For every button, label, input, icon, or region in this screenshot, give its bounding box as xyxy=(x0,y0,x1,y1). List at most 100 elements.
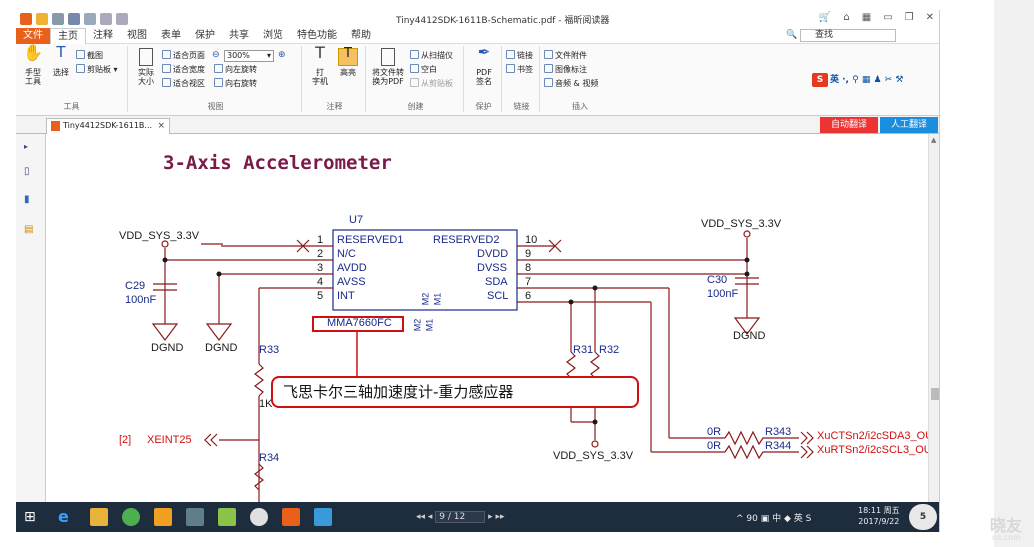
from-clipboard-button[interactable]: 从剪贴板 xyxy=(410,78,453,90)
screenshot-button[interactable]: 截图 xyxy=(76,50,103,62)
attachment-button[interactable]: 文件附件 xyxy=(544,50,587,62)
menu-browse[interactable]: 浏览 xyxy=(256,28,290,44)
foxit-taskbar-icon[interactable] xyxy=(282,508,300,526)
cart-icon[interactable]: 🛒 xyxy=(819,12,831,23)
menu-view[interactable]: 视图 xyxy=(120,28,154,44)
c30-label: C30 xyxy=(707,274,728,286)
system-tray[interactable]: ^ 90 ▣ 中 ◆ 英 S xyxy=(736,511,811,524)
close-icon[interactable]: ✕ xyxy=(926,12,934,23)
open-icon[interactable] xyxy=(36,13,48,25)
save-icon[interactable] xyxy=(52,13,64,25)
bookmark-button[interactable]: 书签 xyxy=(506,64,533,76)
home-icon[interactable]: ⌂ xyxy=(843,12,849,23)
blank-button[interactable]: 空白 xyxy=(410,64,437,76)
menu-comment[interactable]: 注释 xyxy=(86,28,120,44)
ribbon-group-create: 将文件转 换为PDF 从扫描仪 空白 从剪贴板 创建 xyxy=(368,46,464,112)
app-icon-1[interactable] xyxy=(186,508,204,526)
expand-panel-icon[interactable]: ▸ xyxy=(24,142,36,154)
restore-icon[interactable]: ❐ xyxy=(905,12,914,23)
minimize-icon[interactable]: ▭ xyxy=(883,12,892,23)
r344-label: R344 xyxy=(765,440,792,452)
app-icon-3[interactable] xyxy=(250,508,268,526)
undo-icon[interactable] xyxy=(100,13,112,25)
highlight-button[interactable]: T 高亮 xyxy=(336,47,360,77)
select-tool-button[interactable]: T 选择 xyxy=(50,45,72,78)
schematic-drawing xyxy=(151,229,814,502)
pin-2-name: N/C xyxy=(337,248,356,260)
page-number-input[interactable]: 9 / 12 xyxy=(435,511,486,523)
edge-icon[interactable]: e xyxy=(58,508,76,526)
menu-form[interactable]: 表单 xyxy=(154,28,188,44)
rotate-right-button[interactable]: 向右旋转 xyxy=(214,78,257,90)
zoom-out-icon[interactable]: ⊖ xyxy=(212,50,220,60)
fit-visible-button[interactable]: 适合视区 xyxy=(162,78,205,90)
link-button[interactable]: 链接 xyxy=(506,50,533,62)
layers-icon[interactable]: ▮ xyxy=(24,194,36,206)
image-annotation-button[interactable]: 图像标注 xyxy=(544,64,587,76)
document-viewport[interactable]: 3-Axis Accelerometer U7 VDD_SYS_3.3V VDD… xyxy=(47,134,928,502)
actual-size-button[interactable]: 实际 大小 xyxy=(134,48,158,86)
pin-5-num: 5 xyxy=(317,290,324,302)
browser-icon[interactable] xyxy=(122,508,140,526)
email-icon[interactable] xyxy=(84,13,96,25)
xeint-net-label: XEINT25 xyxy=(147,434,192,446)
search-input[interactable]: 查找 xyxy=(800,29,896,42)
r33-resistor xyxy=(254,363,264,397)
windows-taskbar: ⊞ e ◂◂ ◂ 9 / 12 ▸ ▸▸ ^ 90 ▣ 中 ◆ 英 S 18:1… xyxy=(16,502,939,532)
start-icon[interactable]: ⊞ xyxy=(24,508,42,526)
select-label: 选择 xyxy=(53,68,69,77)
pin-9-num: 9 xyxy=(525,248,532,260)
zoom-select[interactable]: 300% ▾ xyxy=(224,50,274,62)
left-nav-panel: ▸ ▯ ▮ ▤ xyxy=(16,134,46,502)
document-tab[interactable]: Tiny4412SDK-1611B... × xyxy=(46,118,170,134)
ribbon-group-link: 链接 书签 链接 xyxy=(504,46,540,112)
rotate-left-label: 向左旋转 xyxy=(225,65,257,74)
print-icon[interactable] xyxy=(68,13,80,25)
menu-home[interactable]: 主页 xyxy=(50,27,86,44)
scroll-up-icon[interactable]: ▲ xyxy=(931,136,936,144)
rotate-left-button[interactable]: 向左旋转 xyxy=(214,64,257,76)
menu-bar: 文件 主页 注释 视图 表单 保护 共享 浏览 特色功能 帮助 🔍 查找 xyxy=(16,27,939,44)
m2-label: M2 xyxy=(420,292,431,306)
explorer-icon[interactable] xyxy=(90,508,108,526)
typewriter-button[interactable]: T 打 字机 xyxy=(308,45,332,87)
fit-width-button[interactable]: 适合宽度 xyxy=(162,64,205,76)
rotate-left-icon xyxy=(214,64,223,73)
pages-icon[interactable]: ▯ xyxy=(24,166,36,178)
convert-to-pdf-button[interactable]: 将文件转 换为PDF xyxy=(370,48,406,86)
clock[interactable]: 18:11 周五 2017/9/22 xyxy=(858,505,900,527)
redo-icon[interactable] xyxy=(116,13,128,25)
pdf-sign-button[interactable]: ✒ PDF 签名 xyxy=(470,45,498,87)
notification-badge[interactable]: 5 xyxy=(909,504,937,530)
from-clipboard-label: 从剪贴板 xyxy=(421,79,453,88)
media-button[interactable]: 音频 & 视频 xyxy=(544,78,598,90)
zoom-in-icon[interactable]: ⊕ xyxy=(278,50,286,60)
sogou-toolbar[interactable]: S英 ·, ⚲ ▦ ♟ ✂ ⚒ xyxy=(812,72,903,87)
annotation-callout[interactable]: 飞思卡尔三轴加速度计-重力感应器 xyxy=(271,376,639,408)
clipboard-button[interactable]: 剪贴板 ▾ xyxy=(76,64,118,76)
document-tab-label: Tiny4412SDK-1611B... xyxy=(63,121,153,130)
menu-share[interactable]: 共享 xyxy=(222,28,256,44)
from-scanner-button[interactable]: 从扫描仪 xyxy=(410,50,453,62)
fit-page-button[interactable]: 适合页面 xyxy=(162,50,205,62)
grid-icon[interactable]: ▦ xyxy=(862,12,871,23)
desktop: Tiny4412SDK-1611B-Schematic.pdf - 福昕阅读器 … xyxy=(0,0,1034,547)
close-tab-icon[interactable]: × xyxy=(157,119,165,133)
pin-5-name: INT xyxy=(337,290,355,302)
vdd-left-label: VDD_SYS_3.3V xyxy=(119,230,200,242)
hand-tool-button[interactable]: ✋ 手型 工具 xyxy=(20,45,46,87)
menu-help[interactable]: 帮助 xyxy=(344,28,378,44)
vdd-bottom-terminal xyxy=(591,440,599,448)
comments-icon[interactable]: ▤ xyxy=(24,224,36,236)
app-icon-2[interactable] xyxy=(218,508,236,526)
auto-translate-button[interactable]: 自动翻译 xyxy=(820,117,878,133)
menu-protect[interactable]: 保护 xyxy=(188,28,222,44)
vertical-scrollbar[interactable]: ▲ xyxy=(928,134,939,502)
menu-file[interactable]: 文件 xyxy=(16,27,50,44)
scroll-thumb[interactable] xyxy=(931,388,939,400)
app-icon-4[interactable] xyxy=(314,508,332,526)
menu-features[interactable]: 特色功能 xyxy=(290,28,344,44)
human-translate-button[interactable]: 人工翻译 xyxy=(880,117,938,133)
folder-icon[interactable] xyxy=(154,508,172,526)
page-navigator: ◂◂ ◂ 9 / 12 ▸ ▸▸ xyxy=(416,511,505,523)
